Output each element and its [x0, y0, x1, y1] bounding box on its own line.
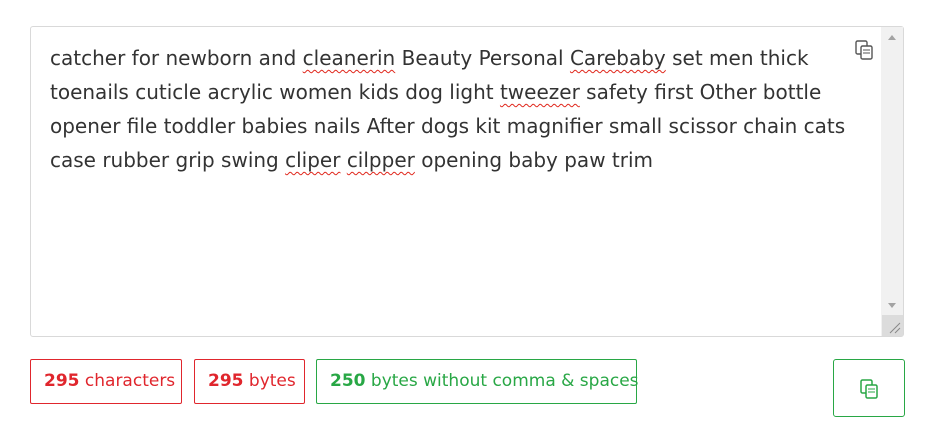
misspelled-word: Carebaby — [569, 46, 666, 70]
misspelled-word: cliper — [285, 148, 341, 172]
scroll-down-arrow-icon[interactable] — [888, 303, 896, 308]
copy-icon — [860, 379, 878, 399]
page: catcher for newborn and cleanerin Beauty… — [0, 0, 939, 431]
bytes-count-badge: 295 bytes — [194, 359, 305, 404]
characters-count: 295 — [44, 371, 80, 391]
editor-text[interactable]: catcher for newborn and cleanerin Beauty… — [50, 41, 850, 177]
copy-icon[interactable] — [854, 39, 876, 61]
characters-label: characters — [79, 371, 176, 391]
misspelled-word: tweezer — [499, 80, 580, 104]
bytes-without-comma-label: bytes without comma & spaces — [365, 371, 639, 391]
bytes-without-comma-badge: 250 bytes without comma & spaces — [316, 359, 639, 404]
copy-button[interactable] — [833, 359, 905, 417]
bytes-label: bytes — [243, 371, 296, 391]
bytes-without-comma-count: 250 — [330, 371, 366, 391]
characters-count-badge: 295 characters — [30, 359, 182, 404]
text-segment: opening baby paw trim — [414, 148, 654, 172]
vertical-scrollbar[interactable] — [881, 27, 903, 336]
misspelled-word: cilpper — [346, 148, 415, 172]
scroll-up-arrow-icon[interactable] — [888, 35, 896, 40]
resize-handle[interactable] — [882, 315, 903, 336]
text-editor[interactable]: catcher for newborn and cleanerin Beauty… — [30, 26, 904, 337]
text-segment: catcher for newborn and — [50, 46, 303, 70]
bytes-count: 295 — [208, 371, 244, 391]
text-segment: Beauty Personal — [395, 46, 570, 70]
misspelled-word: cleanerin — [302, 46, 396, 70]
